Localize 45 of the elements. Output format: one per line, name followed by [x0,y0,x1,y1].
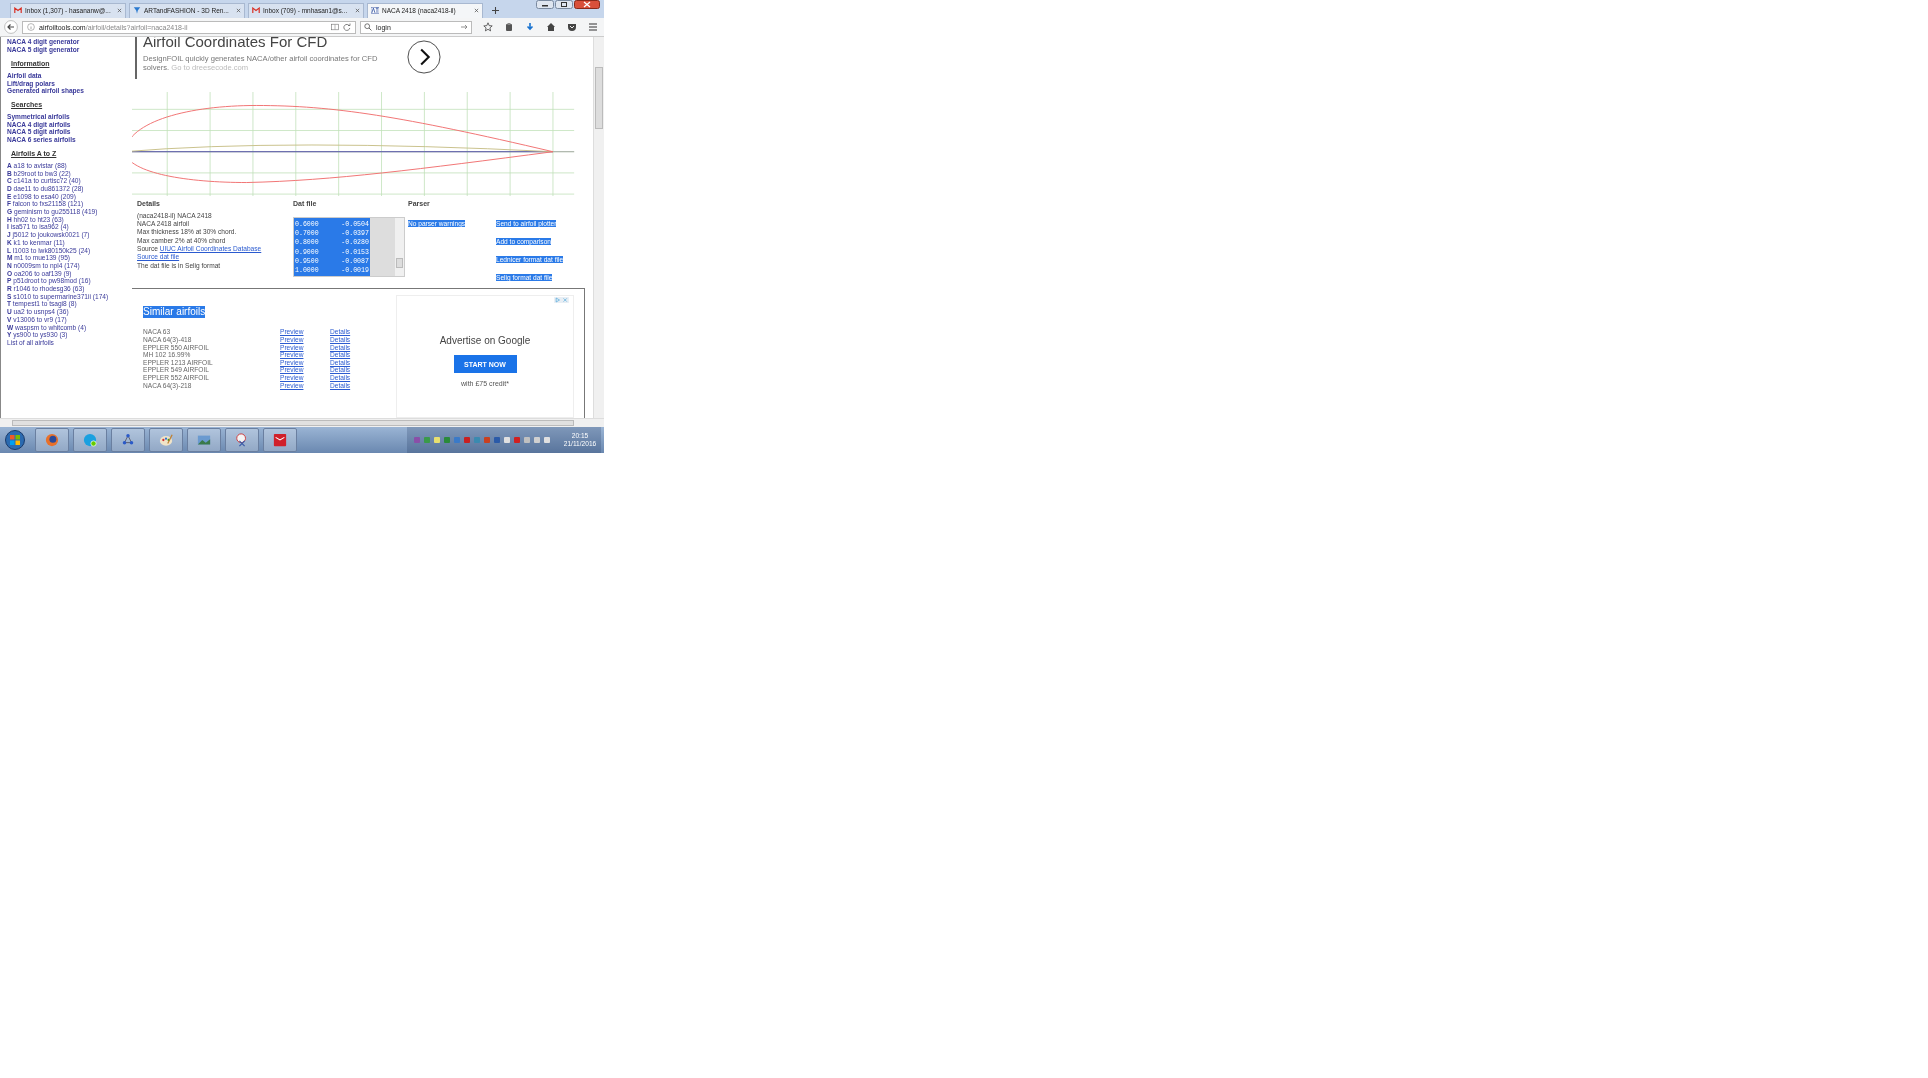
taskbar-button[interactable] [73,428,107,453]
mail-icon [252,7,260,15]
next-arrow-button[interactable] [407,40,441,75]
scrollbar[interactable] [394,217,404,276]
restore-icon[interactable] [555,0,573,9]
taskbar-button[interactable] [263,428,297,453]
download-icon[interactable] [525,22,535,33]
taskbar-button[interactable] [111,428,145,453]
close-icon[interactable] [236,8,241,14]
scissors-icon [235,433,249,448]
home-icon[interactable] [546,22,556,33]
mail-icon [14,7,22,15]
taskbar-button[interactable] [225,428,259,453]
start-button[interactable] [5,430,25,451]
reader-view-icon[interactable] [331,23,339,32]
taskbar-button[interactable] [187,428,221,453]
minimize-icon[interactable] [536,0,554,9]
close-icon[interactable] [355,8,360,14]
new-tab-icon[interactable] [492,6,499,14]
star-icon[interactable] [483,22,493,33]
ad-title[interactable]: Airfoil Coordinates For CFD [143,37,393,50]
close-icon[interactable] [117,8,122,14]
back-button[interactable] [4,20,18,35]
taskbar-button[interactable] [35,428,69,453]
search-icon [364,23,372,32]
taskbar-button[interactable] [149,428,183,453]
close-icon[interactable] [574,0,600,9]
site-icon [371,7,379,15]
flag-icon [133,7,141,15]
ad-headline: Advertise on Google [439,335,531,347]
scrollbar[interactable] [593,37,604,419]
app-icon [273,433,287,448]
pocket-icon[interactable] [567,22,577,33]
chat-icon [83,433,97,448]
reload-icon[interactable] [343,23,351,32]
palette-icon [159,433,173,448]
arrow-icon[interactable] [460,23,468,32]
globe-icon [45,433,59,448]
ad-choices-icon[interactable] [554,297,569,304]
similar-airfoils-title: Similar airfoils [143,306,206,319]
info-icon [27,23,35,32]
clipboard-icon[interactable] [504,22,514,33]
close-icon[interactable] [474,8,479,14]
horizontal-scrollbar[interactable] [0,418,604,428]
menu-icon[interactable] [588,22,598,33]
